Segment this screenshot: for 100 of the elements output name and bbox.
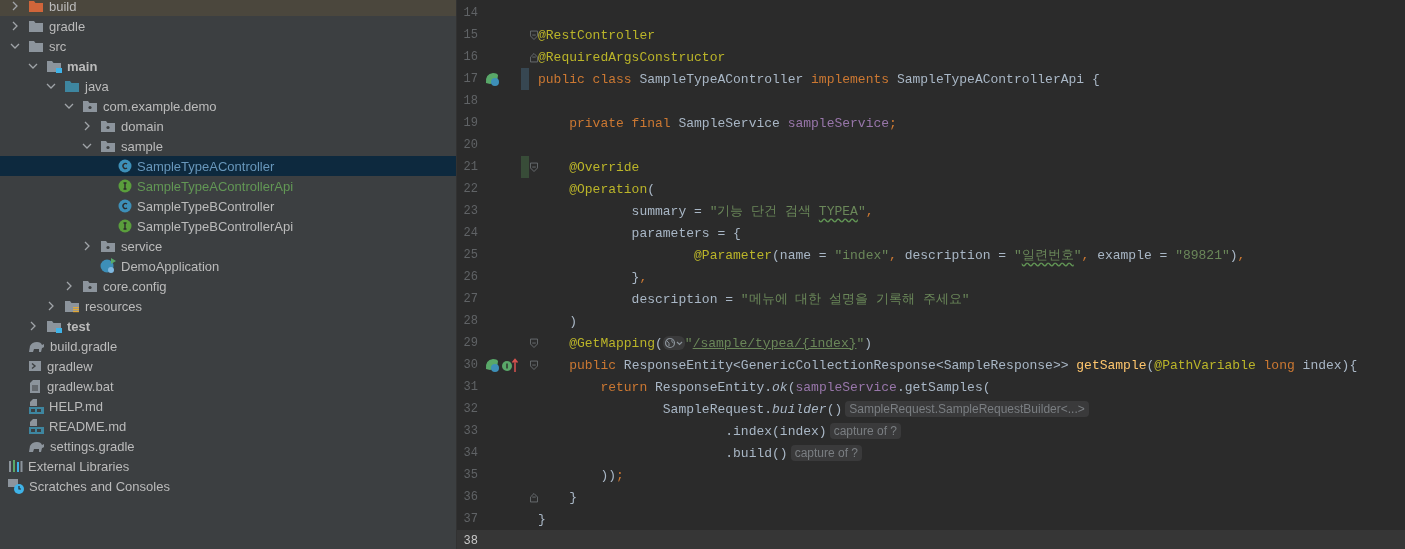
line-number: 25 [462,248,478,262]
folder-icon [28,39,44,53]
folder-icon [100,239,116,253]
code-text: .index(index) [724,423,827,439]
fold-icon[interactable] [530,337,538,349]
fold-icon[interactable] [530,29,538,41]
code-text: ResponseEntity. [655,379,773,395]
tree-item[interactable]: build.gradle [0,336,456,356]
tree-item[interactable]: resources [0,296,456,316]
line-number: 29 [462,336,478,350]
tree-item[interactable]: settings.gradle [0,436,456,456]
class-icon [118,159,132,173]
tree-item[interactable]: sample [0,136,456,156]
tree-item[interactable]: core.config [0,276,456,296]
tree-item[interactable]: README.md [0,416,456,436]
inlay-hint: SampleRequest.SampleRequestBuilder<...> [845,401,1089,417]
tree-item[interactable]: DemoApplication [0,256,456,276]
line-number: 30 [462,358,478,372]
change-marker[interactable] [521,156,529,178]
code-keyword: , [1237,247,1246,263]
code-keyword: , [639,269,648,285]
code-text: ResponseEntity<GenericCollectionResponse<SampleResponse>> [623,357,1070,373]
code-annotation: @RestController [538,27,656,43]
chevron-right-icon[interactable] [82,121,92,131]
tree-item[interactable]: src [0,36,456,56]
chevron-right-icon[interactable] [10,21,20,31]
chevron-down-icon[interactable] [10,41,20,51]
chevron-right-icon[interactable] [64,281,74,291]
chevron-down-icon[interactable] [46,81,56,91]
tree-item[interactable]: gradle [0,16,456,36]
fold-icon[interactable] [530,161,538,173]
implements-icon[interactable] [501,357,519,373]
tree-item[interactable]: Scratches and Consoles [0,476,456,496]
elephant-icon [28,339,45,353]
tree-item[interactable]: HELP.md [0,396,456,416]
tree-item[interactable]: test [0,316,456,336]
code-field: sampleService [787,115,890,131]
code-text: SampleService [678,115,781,131]
code-text: example = [1097,247,1169,263]
tree-item[interactable]: SampleTypeBController [0,196,456,216]
code-field: sampleService [795,379,897,395]
chevron-down-icon[interactable] [28,61,38,71]
code-string: " [857,203,866,219]
tree-item[interactable]: SampleTypeAController [0,156,456,176]
code-method: getSample [1076,357,1147,373]
folder-icon [46,319,62,333]
tree-item[interactable]: java [0,76,456,96]
code-url: /sample/typea/{index} [692,335,857,351]
fold-end-icon[interactable] [530,51,538,63]
code-annotation: @Parameter [693,247,773,263]
fold-icon[interactable] [530,359,538,371]
tree-item[interactable]: service [0,236,456,256]
code-text: summary = [630,203,703,219]
tree-item[interactable]: SampleTypeAControllerApi [0,176,456,196]
change-marker[interactable] [521,68,529,90]
code-string: " [1013,247,1022,263]
chevron-right-icon[interactable] [82,241,92,251]
tree-item[interactable]: main [0,56,456,76]
code-keyword: ; [889,115,897,131]
fold-end-icon[interactable] [530,491,538,503]
code-text: description = [630,291,735,307]
tree-item[interactable]: domain [0,116,456,136]
code-keyword: , [1081,247,1091,263]
tree-item[interactable]: com.example.demo [0,96,456,116]
code-text: ) [1229,247,1238,263]
spring-bean-icon[interactable] [484,357,500,373]
spring-bean-icon[interactable] [484,71,500,87]
tree-item[interactable]: SampleTypeBControllerApi [0,216,456,236]
code-text: parameters = { [630,225,741,241]
code-text: description = [904,247,1008,263]
code-text: SampleTypeAControllerApi { [896,71,1100,87]
line-number: 26 [462,270,478,284]
code-text: } [568,489,577,505]
code-keyword: , [865,203,874,219]
code-text: ( [647,181,656,197]
code-text: SampleTypeAController [639,71,805,87]
tree-item[interactable]: gradlew.bat [0,376,456,396]
inlay-hint: capture of ? [790,445,862,461]
tree-item[interactable]: build [0,0,456,16]
code-text: } [538,511,546,527]
markdown-file-icon [28,418,44,434]
chevron-right-icon[interactable] [10,1,20,11]
code-keyword: , [889,247,898,263]
code-keyword: private final [568,115,672,131]
url-globe-icon[interactable] [662,336,685,350]
code-text: SampleRequest. [661,401,773,417]
chevron-down-icon[interactable] [82,141,92,151]
scratches-icon [8,478,24,494]
chevron-right-icon[interactable] [46,301,56,311]
code-annotation: @PathVariable [1154,357,1256,373]
tree-item[interactable]: External Libraries [0,456,456,476]
inlay-hint: capture of ? [829,423,902,439]
code-keyword: implements [811,71,891,87]
code-text: .build() [724,445,788,461]
line-number: 27 [462,292,478,306]
tree-item[interactable]: gradlew [0,356,456,376]
code-string: TYPEA [818,203,858,219]
code-annotation: @RequiredArgsConstructor [538,49,726,65]
chevron-down-icon[interactable] [64,101,74,111]
chevron-right-icon[interactable] [28,321,38,331]
